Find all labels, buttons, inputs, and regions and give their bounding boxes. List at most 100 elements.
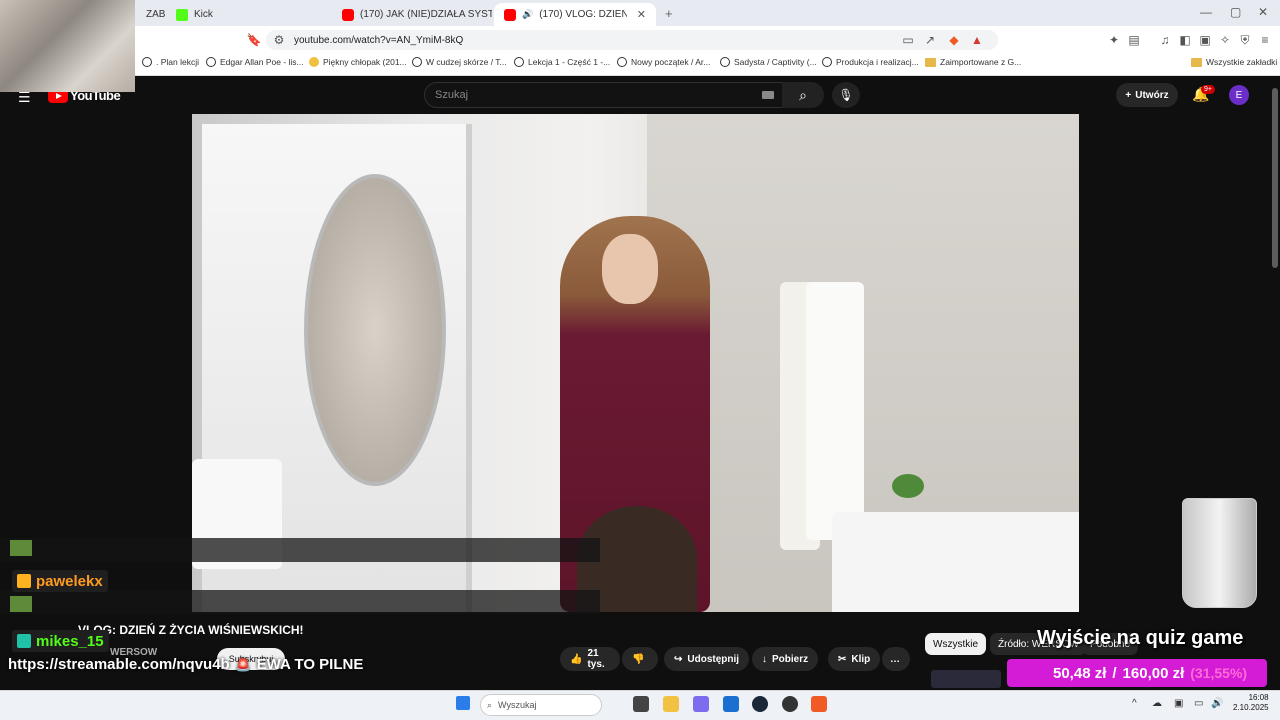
like-button[interactable]: 👍 21 tys.	[560, 647, 620, 671]
bookmark-item[interactable]: Lekcja 1 - Część 1 -...	[514, 57, 610, 67]
voice-search-button[interactable]: 🎙	[832, 82, 860, 108]
crown-badge-icon	[17, 574, 31, 588]
restore-icon[interactable]: ▢	[1230, 5, 1241, 19]
extensions-icon[interactable]: ✦	[1107, 33, 1121, 47]
recommended-thumbnail[interactable]	[931, 670, 1001, 688]
keyboard-icon[interactable]	[762, 91, 774, 99]
download-button[interactable]: ↓ Pobierz	[752, 647, 819, 671]
share-button[interactable]: ↪ Udostępnij	[664, 647, 750, 671]
taskbar-search-input[interactable]: ⌕ Wyszukaj	[480, 694, 602, 716]
bookmark-item[interactable]: Produkcja i realizacj...	[822, 57, 919, 67]
globe-icon	[822, 57, 832, 67]
onedrive-icon[interactable]: ☁	[1152, 698, 1162, 709]
streamable-link[interactable]: https://streamable.com/nqvu4b	[8, 656, 230, 673]
share-icon[interactable]: ↗	[923, 33, 937, 47]
globe-icon	[617, 57, 627, 67]
sidebar-icon[interactable]: ◧	[1178, 33, 1192, 47]
chat-bg	[0, 590, 600, 614]
tab-label: ZABO	[146, 9, 166, 20]
avatar[interactable]: E	[1229, 85, 1249, 105]
search-icon: ⌕	[487, 699, 493, 710]
bookmark-folder[interactable]: Zaimportowane z G...	[925, 57, 1021, 67]
tab-youtube-vlog[interactable]: 🔊 (170) VLOG: DZIEŃ Z ŻYCIA W ✕	[494, 3, 656, 26]
dislike-button[interactable]: 👎	[622, 647, 658, 671]
search-placeholder: Szukaj	[435, 89, 469, 101]
tray-app-icon[interactable]: ▣	[1174, 698, 1183, 709]
download-label: Pobierz	[772, 653, 809, 665]
store-icon[interactable]	[723, 696, 739, 712]
bookmark-item[interactable]: Piękny chłopak (201...	[309, 57, 407, 67]
chat-bg	[0, 538, 600, 562]
plus-icon: +	[1125, 89, 1132, 101]
new-tab-icon[interactable]: +	[665, 6, 673, 21]
more-actions-button[interactable]: …	[882, 647, 910, 671]
bookmark-item[interactable]: . Plan lekcji	[142, 57, 199, 67]
youtube-icon	[342, 8, 354, 21]
brave-browser-icon[interactable]	[811, 696, 827, 712]
bookmark-label: Sadysta / Captivity (...	[734, 57, 817, 67]
streamer-webcam	[0, 0, 135, 92]
windows-start-icon[interactable]	[456, 696, 470, 710]
tab-youtube-kaucja[interactable]: (170) JAK (NIE)DZIAŁA SYSTEM KAUC	[332, 3, 492, 26]
tab-label: Kick	[194, 9, 213, 20]
vpn-icon[interactable]: ⛨	[1238, 33, 1252, 47]
network-icon[interactable]: ▭	[1194, 698, 1203, 709]
all-bookmarks-folder[interactable]: Wszystkie zakładki	[1191, 57, 1277, 67]
bookmark-label: Lekcja 1 - Część 1 -...	[528, 57, 611, 67]
globe-icon	[720, 57, 730, 67]
obs-icon[interactable]	[782, 696, 798, 712]
bookmark-icon[interactable]: 🔖	[247, 33, 262, 47]
bookmark-item[interactable]: Sadysta / Captivity (...	[720, 57, 817, 67]
tab-kick[interactable]: Kick	[166, 3, 336, 26]
search-button[interactable]: ⌕	[782, 82, 824, 108]
video-scene-mirror	[304, 174, 446, 486]
music-icon[interactable]: ♫	[1158, 33, 1172, 47]
tab-label: (170) VLOG: DZIEŃ Z ŻYCIA W	[539, 9, 627, 20]
brave-rewards-icon[interactable]: ▲	[970, 33, 984, 47]
url-field[interactable]: youtube.com/watch?v=AN_YmiM-8kQ	[266, 30, 998, 50]
window-close-icon[interactable]: ✕	[1258, 5, 1268, 19]
menu-icon[interactable]: ≡	[1258, 33, 1272, 47]
file-explorer-icon[interactable]	[663, 696, 679, 712]
chip-all[interactable]: Wszystkie	[925, 633, 986, 655]
tab-zabo[interactable]: ZABO	[136, 3, 166, 26]
thumbs-down-icon: 👎	[632, 653, 645, 665]
search-input[interactable]: Szukaj	[424, 82, 784, 108]
bookmark-label: Edgar Allan Poe - lis...	[220, 57, 304, 67]
bookmark-label: Piękny chłopak (201...	[323, 57, 407, 67]
bookmark-item[interactable]: Nowy początek / Ar...	[617, 57, 710, 67]
search-icon: ⌕	[799, 86, 807, 103]
bookmark-label: Nowy początek / Ar...	[631, 57, 711, 67]
tab-search-icon[interactable]: ▤	[1127, 33, 1141, 47]
close-icon[interactable]: ✕	[637, 8, 646, 21]
site-info-icon[interactable]: ⚙	[272, 33, 286, 47]
create-button[interactable]: + Utwórz	[1116, 83, 1178, 107]
task-view-icon[interactable]	[633, 696, 649, 712]
tab-label: (170) JAK (NIE)DZIAŁA SYSTEM KAUC	[360, 9, 492, 20]
copilot-icon[interactable]	[693, 696, 709, 712]
cast-icon[interactable]: ▭	[901, 33, 915, 47]
wallet-icon[interactable]: ▣	[1198, 33, 1212, 47]
video-scene-towel	[806, 282, 864, 540]
video-scene-bathtub	[832, 512, 1079, 612]
clip-button[interactable]: ✂ Klip	[828, 647, 881, 671]
chat-message: pawelekx	[12, 570, 108, 592]
bookmark-item[interactable]: W cudzej skórze / T...	[412, 57, 507, 67]
globe-icon	[142, 57, 152, 67]
taskbar-clock[interactable]: 16:08 2.10.2025	[1233, 693, 1269, 713]
alert-text: EWA TO PILNE	[256, 656, 364, 673]
tray-chevron-icon[interactable]: ^	[1132, 698, 1137, 709]
thumbs-up-icon: 👍	[570, 653, 583, 665]
page-scrollbar[interactable]	[1272, 88, 1278, 268]
chat-link-message: https://streamable.com/nqvu4b 🚨 EWA TO PIL…	[8, 656, 363, 673]
globe-icon	[412, 57, 422, 67]
bookmark-item[interactable]: Edgar Allan Poe - lis...	[206, 57, 304, 67]
volume-icon[interactable]: 🔊	[1211, 698, 1223, 709]
brave-shield-icon[interactable]: ◆	[947, 33, 961, 47]
leo-icon[interactable]: ✧	[1218, 33, 1232, 47]
steam-icon[interactable]	[752, 696, 768, 712]
share-label: Udostępnij	[687, 653, 740, 665]
like-count: 21 tys.	[587, 648, 605, 670]
clock-time: 16:08	[1248, 693, 1269, 702]
minimize-icon[interactable]: —	[1200, 5, 1212, 19]
